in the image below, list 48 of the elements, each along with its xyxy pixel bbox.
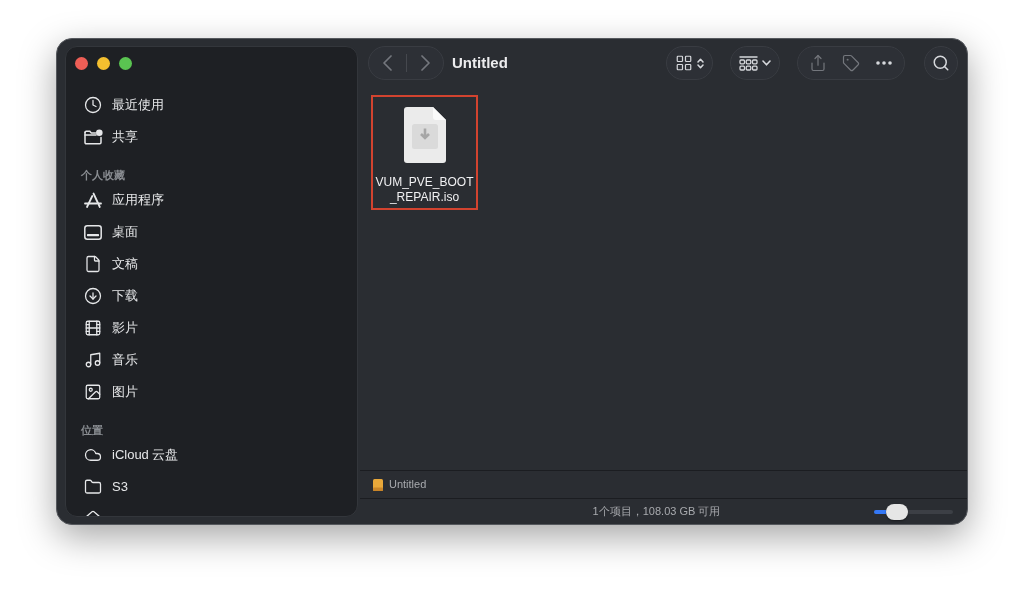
tag-icon bbox=[842, 54, 860, 72]
sidebar-item[interactable]: 下载 bbox=[67, 280, 356, 312]
zoom-button[interactable] bbox=[119, 57, 132, 70]
display-icon bbox=[84, 224, 102, 240]
sidebar-item[interactable]: 音乐 bbox=[67, 344, 356, 376]
search-button[interactable] bbox=[924, 46, 958, 80]
folder-icon bbox=[84, 478, 102, 496]
sidebar-item[interactable]: 应用程序 bbox=[67, 184, 356, 216]
section-heading: 位置 bbox=[81, 423, 103, 437]
chevron-right-icon bbox=[420, 55, 430, 71]
close-button[interactable] bbox=[75, 57, 88, 70]
image-icon bbox=[84, 383, 102, 401]
search-icon bbox=[932, 54, 950, 72]
sidebar-item[interactable]: iCloud 云盘 bbox=[67, 439, 356, 471]
chevron-left-icon bbox=[383, 55, 392, 71]
document-icon bbox=[84, 255, 102, 273]
window-title: Untitled bbox=[452, 52, 508, 73]
slider-thumb[interactable] bbox=[885, 503, 908, 520]
grouped-squares-icon bbox=[739, 55, 758, 71]
grid-icon bbox=[675, 54, 693, 72]
path-segment[interactable]: Untitled bbox=[373, 476, 427, 493]
zoom-slider[interactable] bbox=[874, 503, 953, 520]
sidebar-item[interactable]: 共享 bbox=[67, 121, 356, 153]
chevron-down-icon bbox=[762, 60, 771, 66]
volume-icon bbox=[373, 478, 383, 491]
status-text: 1个项目，108.03 GB 可用 bbox=[592, 504, 721, 520]
music-note-icon bbox=[84, 351, 102, 369]
sidebar-item[interactable]: 文稿 bbox=[67, 248, 356, 280]
section-heading: 个人收藏 bbox=[81, 168, 125, 182]
film-icon bbox=[84, 319, 102, 337]
ellipsis-icon bbox=[875, 61, 892, 65]
download-icon bbox=[84, 287, 102, 305]
file-item[interactable]: VUM_PVE_BOOT_REPAIR.iso bbox=[371, 95, 478, 210]
sidebar-item[interactable]: 桌面 bbox=[67, 216, 356, 248]
clock-icon bbox=[84, 96, 102, 114]
view-mode-button[interactable] bbox=[666, 46, 713, 80]
disk-image-file-icon bbox=[403, 107, 446, 163]
sidebar-item[interactable]: 最近使用 bbox=[67, 89, 356, 121]
minimize-button[interactable] bbox=[97, 57, 110, 70]
a-letter-icon bbox=[84, 191, 102, 209]
cloud-icon bbox=[84, 446, 102, 464]
share-icon bbox=[809, 54, 828, 72]
sidebar-item[interactable]: 图片 bbox=[67, 376, 356, 408]
chevrons-up-down-icon bbox=[697, 57, 704, 69]
group-button[interactable] bbox=[730, 46, 780, 80]
sidebar-item[interactable]: 影片 bbox=[67, 312, 356, 344]
shared-folder-icon bbox=[83, 129, 103, 145]
sidebar-item[interactable]: S3 bbox=[67, 471, 356, 503]
